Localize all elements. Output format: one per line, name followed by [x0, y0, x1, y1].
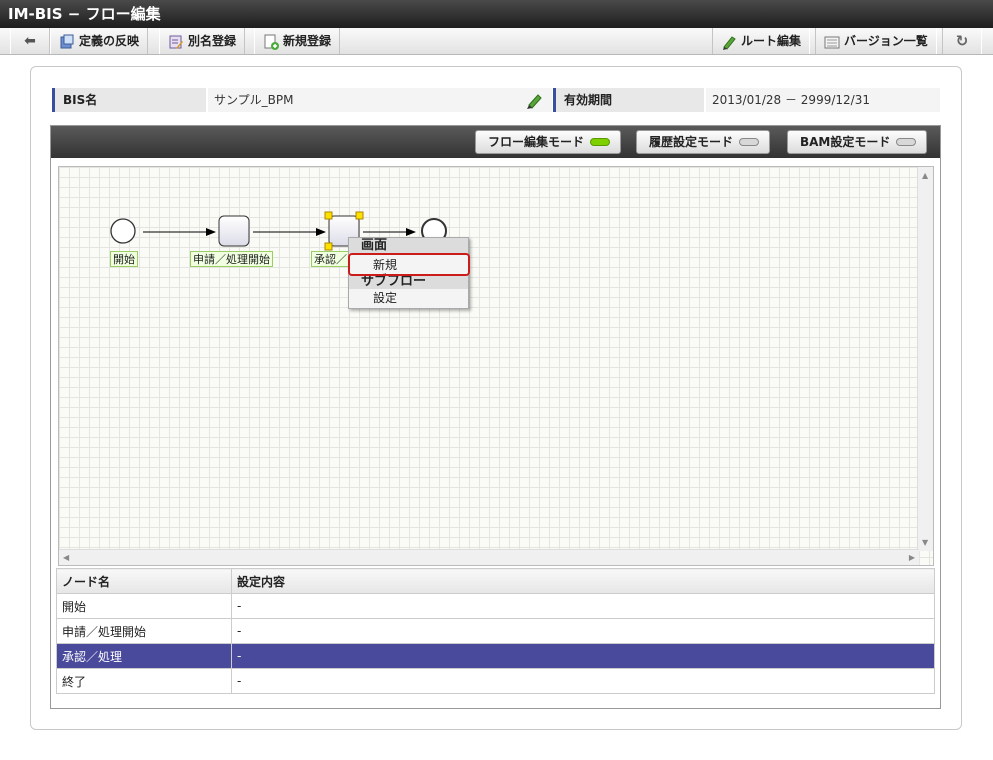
- node-label-approve: 承認／: [311, 251, 350, 267]
- task-node-apply[interactable]: [218, 215, 250, 247]
- context-menu-screen-header: 画面: [349, 238, 468, 253]
- selection-handle[interactable]: [355, 211, 364, 220]
- node-settings-table: ノード名 設定内容 開始 - 申請／処理開始 - 承認／処理 - 終了 -: [56, 568, 935, 694]
- context-menu-subflow-header: サブフロー: [349, 274, 468, 289]
- table-row[interactable]: 開始 -: [56, 593, 935, 619]
- column-header-node-name[interactable]: ノード名: [56, 568, 232, 594]
- start-event-node[interactable]: [110, 218, 136, 244]
- node-name-cell: 終了: [56, 668, 232, 694]
- settings-cell: -: [231, 593, 935, 619]
- selection-handle[interactable]: [324, 242, 333, 251]
- node-name-cell: 開始: [56, 593, 232, 619]
- column-header-settings[interactable]: 設定内容: [231, 568, 935, 594]
- context-menu-settings-item[interactable]: 設定: [349, 289, 468, 307]
- table-row[interactable]: 申請／処理開始 -: [56, 618, 935, 644]
- settings-cell: -: [231, 668, 935, 694]
- highlight-box: [348, 253, 470, 276]
- table-row[interactable]: 終了 -: [56, 668, 935, 694]
- node-name-cell: 申請／処理開始: [56, 618, 232, 644]
- node-label-start: 開始: [110, 251, 138, 267]
- selection-handle[interactable]: [324, 211, 333, 220]
- node-name-cell: 承認／処理: [56, 643, 232, 669]
- settings-cell: -: [231, 618, 935, 644]
- table-row-selected[interactable]: 承認／処理 -: [56, 643, 935, 669]
- table-header-row: ノード名 設定内容: [56, 568, 935, 594]
- node-label-apply: 申請／処理開始: [190, 251, 273, 267]
- settings-cell: -: [231, 643, 935, 669]
